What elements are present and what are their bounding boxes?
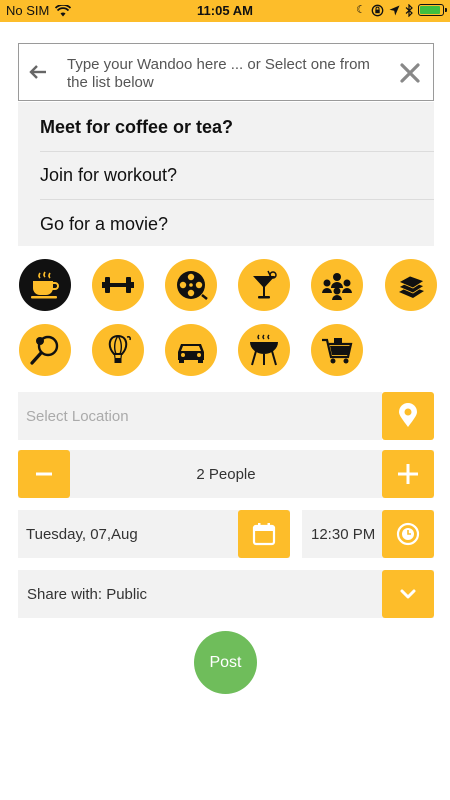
suggestion-item[interactable]: Join for workout? xyxy=(40,152,434,200)
wandoo-search-box xyxy=(18,43,434,101)
minus-icon xyxy=(36,472,52,476)
post-button[interactable]: Post xyxy=(194,631,257,694)
close-icon[interactable] xyxy=(399,62,421,84)
category-coffee[interactable] xyxy=(19,259,71,311)
people-field: 2 People xyxy=(18,450,434,498)
category-adventure[interactable] xyxy=(92,324,144,376)
shopping-cart-icon xyxy=(322,338,353,364)
dumbbell-icon xyxy=(102,277,134,293)
category-shopping[interactable] xyxy=(311,324,363,376)
time-value: 12:30 PM xyxy=(311,525,376,543)
film-reel-icon xyxy=(177,271,208,300)
location-input[interactable] xyxy=(26,406,356,426)
back-arrow-icon[interactable] xyxy=(27,60,51,84)
suggestion-list: Meet for coffee or tea? Join for workout… xyxy=(18,102,434,246)
books-icon xyxy=(398,275,425,298)
plus-icon xyxy=(398,464,418,484)
category-social[interactable] xyxy=(311,259,363,311)
hot-air-balloon-icon xyxy=(108,334,131,363)
date-picker-button[interactable] xyxy=(238,510,290,558)
location-arrow-icon xyxy=(389,5,400,15)
moon-icon: ☾ xyxy=(356,4,366,16)
location-button[interactable] xyxy=(382,392,434,440)
category-ride[interactable] xyxy=(165,324,217,376)
lock-rotation-icon xyxy=(371,4,384,16)
share-label: Share with: Public xyxy=(27,585,148,603)
date-value: Tuesday, 07,Aug xyxy=(26,525,138,543)
increase-people-button[interactable] xyxy=(382,450,434,498)
chevron-down-icon xyxy=(400,589,416,599)
wandoo-input[interactable] xyxy=(67,56,393,94)
battery-icon xyxy=(418,4,447,16)
category-books[interactable] xyxy=(385,259,437,311)
category-bbq[interactable] xyxy=(238,324,290,376)
category-workout[interactable] xyxy=(92,259,144,311)
calendar-icon xyxy=(252,523,276,546)
category-tennis[interactable] xyxy=(19,324,71,376)
suggestion-item[interactable]: Go for a movie? xyxy=(40,200,434,248)
car-icon xyxy=(178,344,204,363)
category-drinks[interactable] xyxy=(238,259,290,311)
category-movie[interactable] xyxy=(165,259,217,311)
cocktail-icon xyxy=(253,270,277,299)
status-right: ☾ xyxy=(356,2,447,18)
share-dropdown-button[interactable] xyxy=(382,570,434,618)
decrease-people-button[interactable] xyxy=(18,450,70,498)
coffee-cup-icon xyxy=(31,271,59,299)
time-picker-button[interactable] xyxy=(382,510,434,558)
group-icon xyxy=(322,273,352,300)
share-field[interactable]: Share with: Public xyxy=(18,570,434,618)
barbecue-grill-icon xyxy=(250,334,278,366)
location-pin-icon xyxy=(399,403,417,427)
people-count: 2 People xyxy=(196,465,256,483)
bluetooth-icon xyxy=(405,3,413,17)
clock-icon xyxy=(396,522,420,546)
battery-level xyxy=(420,6,440,14)
suggestion-item[interactable]: Meet for coffee or tea? xyxy=(40,104,434,152)
tennis-icon xyxy=(30,335,59,365)
status-bar: No SIM 11:05 AM ☾ xyxy=(0,0,450,22)
